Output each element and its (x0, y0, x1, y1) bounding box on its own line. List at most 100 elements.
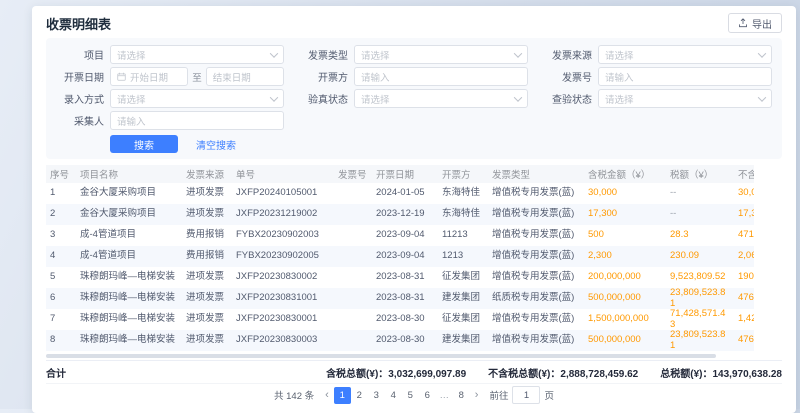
filter-field-label: 查验状态 (544, 91, 592, 106)
column-header-8: 含税金额（¥） (584, 165, 666, 183)
filter-field-0: 项目请选择 (56, 45, 284, 64)
horizontal-scrollbar[interactable] (46, 354, 782, 358)
next-page-button[interactable]: › (473, 390, 481, 401)
date-end-placeholder: 结束日期 (213, 70, 277, 84)
cell: JXFP20230830003 (232, 330, 334, 351)
cell: 成-4管道项目 (76, 225, 182, 246)
filter-select-6[interactable]: 请选择 (110, 89, 284, 108)
cell: 190,476,190.48 (734, 267, 754, 288)
filter-select-0[interactable]: 请选择 (110, 45, 284, 64)
cell: 2023-08-30 (372, 309, 438, 330)
filter-select-2[interactable]: 请选择 (598, 45, 772, 64)
page-button-5[interactable]: 5 (402, 387, 419, 404)
date-start-input[interactable]: 开始日期 (110, 67, 188, 86)
filter-field-label: 发票号 (544, 69, 592, 84)
pager-pages: 123456…8 (334, 387, 470, 404)
page-button-8[interactable]: 8 (453, 387, 470, 404)
filter-select-8[interactable]: 请选择 (598, 89, 772, 108)
filter-field-label: 录入方式 (56, 91, 104, 106)
table-row[interactable]: 4成-4管道项目费用报销FYBX202309020052023-09-04121… (46, 246, 754, 267)
cell: 1213 (438, 246, 488, 267)
filter-input-4[interactable]: 请输入 (354, 67, 528, 86)
search-button[interactable]: 搜索 (110, 135, 178, 153)
page-button-2[interactable]: 2 (351, 387, 368, 404)
filter-field-label: 发票来源 (544, 47, 592, 62)
table-row[interactable]: 7珠穆朗玛峰—电梯安装进项发票JXFP202308300012023-08-30… (46, 309, 754, 330)
cell: 2023-08-31 (372, 267, 438, 288)
chevron-down-icon (514, 93, 522, 101)
cell: JXFP20230830001 (232, 309, 334, 330)
cell: 1,428,571,428.57 (734, 309, 754, 330)
page-button-1[interactable]: 1 (334, 387, 351, 404)
cell (334, 183, 372, 204)
filter-select-1[interactable]: 请选择 (354, 45, 528, 64)
summary-item-label: 不含税总额(¥)： (488, 369, 560, 380)
filter-field-5: 发票号请输入 (544, 67, 772, 86)
column-header-3: 单号 (232, 165, 334, 183)
table-row[interactable]: 3成-4管道项目费用报销FYBX202309020032023-09-04112… (46, 225, 754, 246)
cell: 增值税专用发票(蓝) (488, 204, 584, 225)
filter-input-9[interactable]: 请输入 (110, 111, 284, 130)
invoice-table: 序号项目名称发票来源单号发票号开票日期开票方发票类型含税金额（¥）税额（¥）不含… (46, 165, 754, 351)
cell: 进项发票 (182, 330, 232, 351)
cell: JXFP20231219002 (232, 204, 334, 225)
cell: 71,428,571.43 (666, 309, 734, 330)
summary-item-value: 2,888,728,459.62 (560, 369, 638, 380)
cell (334, 267, 372, 288)
summary-total-label: 合计 (46, 365, 66, 380)
goto-prefix-label: 前往 (489, 388, 508, 402)
filter-input-5[interactable]: 请输入 (598, 67, 772, 86)
table-row[interactable]: 8珠穆朗玛峰—电梯安装进项发票JXFP202308300032023-08-30… (46, 330, 754, 351)
cell: 1,500,000,000 (584, 309, 666, 330)
filter-field-label: 发票类型 (300, 47, 348, 62)
export-button[interactable]: 导出 (728, 13, 782, 33)
cell: -- (666, 204, 734, 225)
clear-search-button[interactable]: 清空搜索 (186, 135, 246, 153)
cell: 增值税专用发票(蓝) (488, 309, 584, 330)
cell: 3 (46, 225, 76, 246)
date-end-input[interactable]: 结束日期 (206, 67, 284, 86)
filter-field-7: 验真状态请选择 (300, 89, 528, 108)
invoice-table-wrap: 序号项目名称发票来源单号发票号开票日期开票方发票类型含税金额（¥）税额（¥）不含… (46, 165, 754, 351)
cell: 11213 (438, 225, 488, 246)
cell: 9,523,809.52 (666, 267, 734, 288)
filter-panel: 项目请选择发票类型请选择发票来源请选择开票日期开始日期至结束日期开票方请输入发票… (46, 38, 782, 159)
cell: 2023-09-04 (372, 246, 438, 267)
cell: 500,000,000 (584, 330, 666, 351)
placeholder-text: 请输入 (361, 70, 521, 84)
chevron-down-icon (270, 93, 278, 101)
cell: 17,300 (584, 204, 666, 225)
cell: 增值税专用发票(蓝) (488, 246, 584, 267)
pager-ellipsis[interactable]: … (436, 387, 453, 404)
scrollbar-thumb[interactable] (46, 354, 716, 358)
page-button-6[interactable]: 6 (419, 387, 436, 404)
pagination-total-count: 共 142 条 (274, 388, 314, 402)
pagination-goto: 前往 页 (489, 386, 554, 404)
cell (334, 330, 372, 351)
table-row[interactable]: 1金谷大厦采购项目进项发票JXFP202401050012024-01-05东海… (46, 183, 754, 204)
cell: 增值税专用发票(蓝) (488, 330, 584, 351)
cell: JXFP20240105001 (232, 183, 334, 204)
cell: 纸质税专用发票(蓝) (488, 288, 584, 309)
column-header-9: 税额（¥） (666, 165, 734, 183)
table-header-row: 序号项目名称发票来源单号发票号开票日期开票方发票类型含税金额（¥）税额（¥）不含… (46, 165, 754, 183)
filter-field-label: 开票日期 (56, 69, 104, 84)
summary-item-value: 3,032,699,097.89 (388, 369, 466, 380)
table-row[interactable]: 6珠穆朗玛峰—电梯安装进项发票JXFP202308310012023-08-31… (46, 288, 754, 309)
prev-page-button[interactable]: ‹ (323, 390, 331, 401)
cell (334, 246, 372, 267)
cell: 增值税专用发票(蓝) (488, 225, 584, 246)
cell: 进项发票 (182, 309, 232, 330)
chevron-down-icon (270, 49, 278, 57)
table-row[interactable]: 5珠穆朗玛峰—电梯安装进项发票JXFP202308300022023-08-31… (46, 267, 754, 288)
page-button-3[interactable]: 3 (368, 387, 385, 404)
cell: JXFP20230831001 (232, 288, 334, 309)
goto-page-input[interactable] (512, 386, 540, 404)
page-button-4[interactable]: 4 (385, 387, 402, 404)
filter-select-7[interactable]: 请选择 (354, 89, 528, 108)
cell: 30,000 (734, 183, 754, 204)
cell: 征发集团 (438, 267, 488, 288)
table-row[interactable]: 2金谷大厦采购项目进项发票JXFP202312190022023-12-19东海… (46, 204, 754, 225)
date-start-placeholder: 开始日期 (130, 70, 181, 84)
cell: 476,190,476.19 (734, 288, 754, 309)
